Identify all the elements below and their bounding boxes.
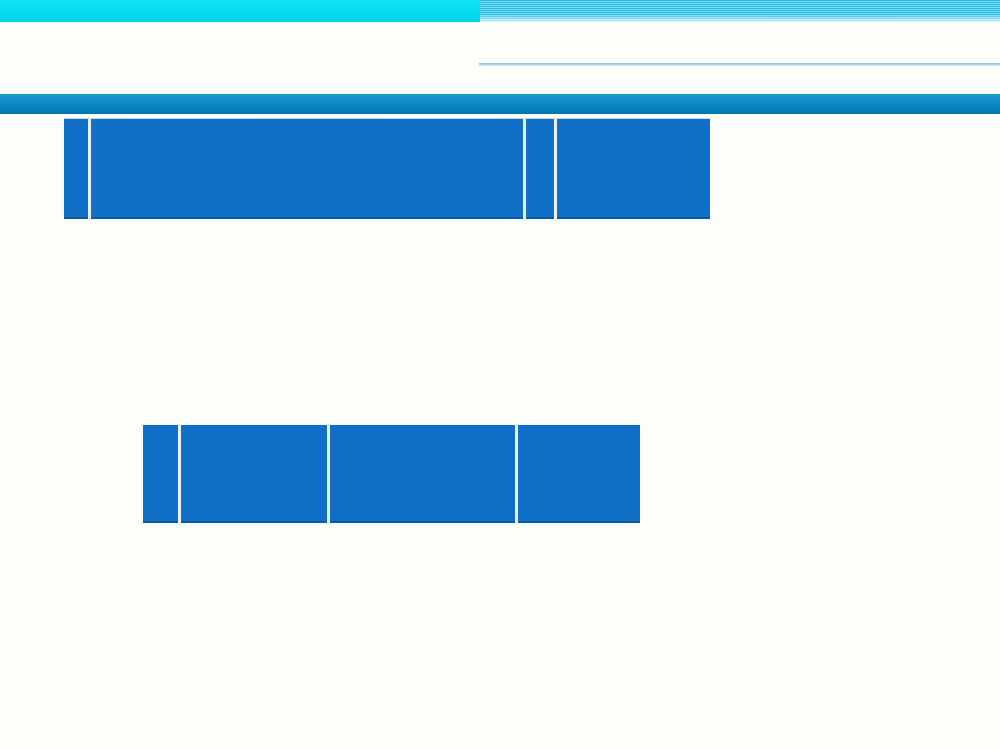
table-bottom-cell-2 — [181, 425, 327, 523]
table-bottom — [143, 425, 640, 523]
table-top — [64, 118, 710, 219]
table-top-cell-4 — [557, 119, 710, 219]
table-top-cell-2 — [91, 119, 523, 219]
table-bottom-cell-4 — [518, 425, 640, 523]
table-top-cell-3 — [526, 119, 554, 219]
header-band-left — [0, 0, 480, 22]
title-bar — [0, 94, 1000, 114]
table-bottom-cell-1 — [143, 425, 178, 523]
header-divider-line — [479, 63, 1000, 66]
presentation-slide — [0, 0, 1000, 750]
header-band-right — [480, 0, 1000, 22]
table-top-cell-1 — [64, 119, 88, 219]
table-bottom-cell-3 — [330, 425, 515, 523]
